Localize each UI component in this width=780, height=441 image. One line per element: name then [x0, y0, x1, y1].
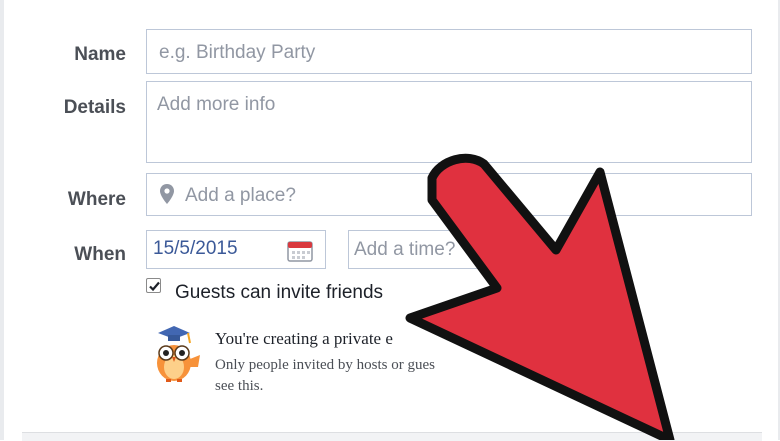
- create-event-dialog: Name e.g. Birthday Party Details Add mor…: [0, 0, 780, 441]
- red-arrow-icon: [405, 153, 675, 440]
